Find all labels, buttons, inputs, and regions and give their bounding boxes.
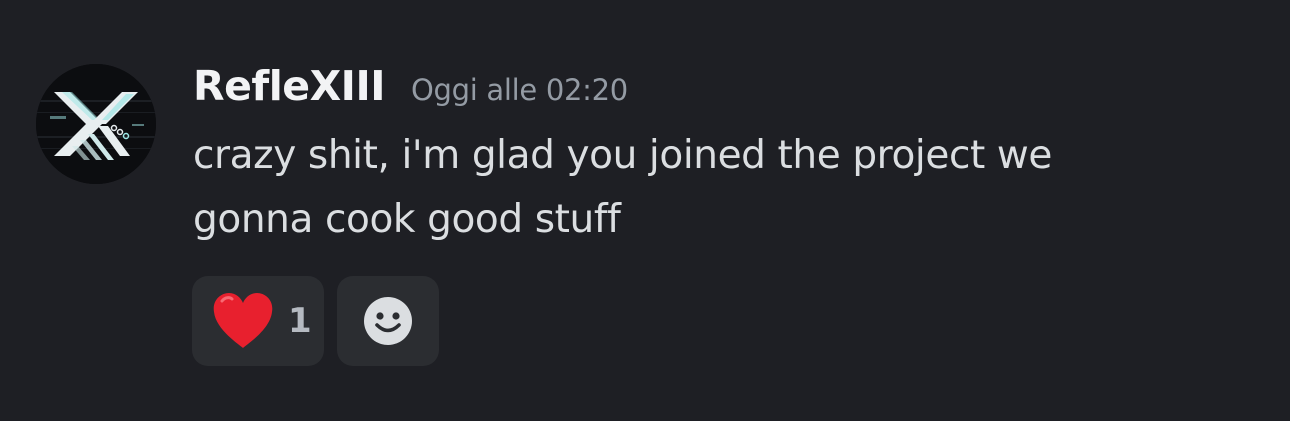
x-logo-icon [36, 64, 156, 184]
user-avatar[interactable] [36, 64, 156, 184]
chat-message: RefleXIII Oggi alle 02:20 crazy shit, i'… [0, 0, 1290, 421]
heart-reaction-button[interactable]: 1 [192, 276, 324, 366]
reaction-count: 1 [288, 301, 312, 341]
message-text-line: crazy shit, i'm glad you joined the proj… [193, 133, 1052, 178]
message-content: crazy shit, i'm glad you joined the proj… [193, 124, 1253, 252]
message-timestamp[interactable]: Oggi alle 02:20 [411, 73, 628, 107]
red-heart-icon [212, 292, 274, 350]
message-text-line: gonna cook good stuff [193, 197, 621, 242]
author-username[interactable]: RefleXIII [193, 62, 385, 110]
add-reaction-button[interactable] [337, 276, 439, 366]
reactions-bar: 1 [192, 276, 439, 366]
message-header: RefleXIII Oggi alle 02:20 [193, 62, 628, 118]
add-reaction-smiley-icon [363, 296, 413, 346]
